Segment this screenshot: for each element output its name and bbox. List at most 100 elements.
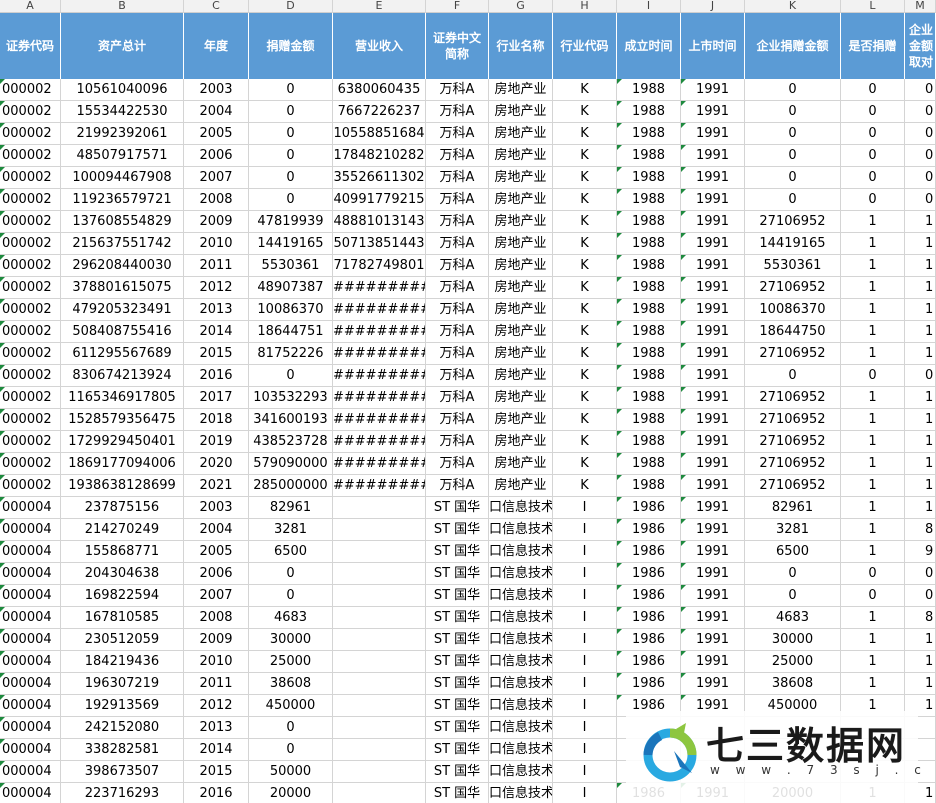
table-cell[interactable]: 1 [841, 299, 905, 321]
table-cell[interactable]: 341600193 [249, 409, 333, 431]
table-cell[interactable]: 21992392061 [61, 123, 184, 145]
column-letter-10[interactable]: K [745, 0, 841, 13]
table-cell[interactable]: 1991 [681, 365, 745, 387]
table-cell[interactable]: 1986 [617, 497, 681, 519]
table-cell[interactable]: 20000 [249, 783, 333, 803]
table-cell[interactable]: 房地产业 [489, 101, 553, 123]
table-cell[interactable]: K [553, 233, 617, 255]
table-cell[interactable]: 1988 [617, 409, 681, 431]
table-cell[interactable]: 1991 [681, 189, 745, 211]
table-cell[interactable]: 万科A [426, 145, 489, 167]
table-cell[interactable]: 房地产业 [489, 453, 553, 475]
table-cell[interactable]: 230512059 [61, 629, 184, 651]
table-cell[interactable]: 000004 [0, 695, 61, 717]
table-cell[interactable]: 0 [905, 145, 936, 167]
column-letter-1[interactable]: B [61, 0, 184, 13]
table-cell[interactable]: 1 [841, 519, 905, 541]
table-cell[interactable]: 214270249 [61, 519, 184, 541]
table-cell[interactable]: 1991 [681, 519, 745, 541]
column-letter-8[interactable]: I [617, 0, 681, 13]
table-cell[interactable]: 000002 [0, 101, 61, 123]
table-cell[interactable]: 000004 [0, 629, 61, 651]
table-cell[interactable]: 398673507 [61, 761, 184, 783]
table-cell[interactable]: 1 [841, 387, 905, 409]
table-cell[interactable]: 000002 [0, 299, 61, 321]
table-cell[interactable]: 1 [905, 299, 936, 321]
table-cell[interactable]: 0 [249, 585, 333, 607]
table-cell[interactable]: 房地产业 [489, 189, 553, 211]
table-cell[interactable]: K [553, 79, 617, 101]
table-cell[interactable]: 1869177094006 [61, 453, 184, 475]
table-cell[interactable]: 35526611302 [333, 167, 426, 189]
table-cell[interactable]: 196307219 [61, 673, 184, 695]
table-cell[interactable]: 口信息技术服 [489, 717, 553, 739]
table-cell[interactable]: 000002 [0, 343, 61, 365]
table-cell[interactable]: 830674213924 [61, 365, 184, 387]
table-cell[interactable]: 万科A [426, 365, 489, 387]
table-cell[interactable] [333, 585, 426, 607]
table-cell[interactable] [333, 695, 426, 717]
table-cell[interactable]: 4683 [745, 607, 841, 629]
table-cell[interactable]: 1986 [617, 563, 681, 585]
table-cell[interactable]: K [553, 343, 617, 365]
table-cell[interactable]: I [553, 541, 617, 563]
table-cell[interactable]: 万科A [426, 387, 489, 409]
table-cell[interactable]: 0 [841, 167, 905, 189]
table-cell[interactable]: 47819939 [249, 211, 333, 233]
table-cell[interactable]: 1986 [617, 607, 681, 629]
table-cell[interactable]: 2019 [184, 431, 249, 453]
table-cell[interactable]: 215637551742 [61, 233, 184, 255]
table-cell[interactable]: 27106952 [745, 409, 841, 431]
table-cell[interactable]: 48881013143 [333, 211, 426, 233]
table-cell[interactable]: ST 国华 [426, 519, 489, 541]
column-letter-3[interactable]: D [249, 0, 333, 13]
table-cell[interactable]: 0 [249, 167, 333, 189]
table-cell[interactable] [333, 519, 426, 541]
table-cell[interactable]: 10086370 [745, 299, 841, 321]
table-cell[interactable]: 155868771 [61, 541, 184, 563]
table-cell[interactable]: 000002 [0, 277, 61, 299]
table-cell[interactable]: 1988 [617, 189, 681, 211]
table-cell[interactable]: 万科A [426, 79, 489, 101]
table-cell[interactable]: 1 [905, 211, 936, 233]
table-cell[interactable]: 万科A [426, 453, 489, 475]
table-cell[interactable]: I [553, 519, 617, 541]
header-cell-4[interactable]: 营业收入 [333, 13, 426, 79]
table-cell[interactable]: 6380060435 [333, 79, 426, 101]
table-cell[interactable]: 2015 [184, 761, 249, 783]
table-cell[interactable]: 0 [905, 79, 936, 101]
column-letter-5[interactable]: F [426, 0, 489, 13]
table-cell[interactable]: 1986 [617, 519, 681, 541]
table-cell[interactable]: 167810585 [61, 607, 184, 629]
table-cell[interactable]: 2005 [184, 541, 249, 563]
table-cell[interactable]: 6500 [249, 541, 333, 563]
table-cell[interactable]: K [553, 409, 617, 431]
table-cell[interactable]: 万科A [426, 277, 489, 299]
table-cell[interactable]: 0 [841, 145, 905, 167]
table-cell[interactable]: 5530361 [745, 255, 841, 277]
column-letter-7[interactable]: H [553, 0, 617, 13]
table-cell[interactable]: K [553, 475, 617, 497]
column-letter-2[interactable]: C [184, 0, 249, 13]
table-cell[interactable]: I [553, 739, 617, 761]
table-cell[interactable]: 1991 [681, 255, 745, 277]
table-cell[interactable]: 1 [905, 409, 936, 431]
table-cell[interactable]: 口信息技术服 [489, 739, 553, 761]
table-cell[interactable]: 000002 [0, 453, 61, 475]
table-cell[interactable]: 0 [905, 585, 936, 607]
table-cell[interactable]: 2011 [184, 673, 249, 695]
table-cell[interactable]: 2009 [184, 211, 249, 233]
table-cell[interactable]: 1988 [617, 387, 681, 409]
table-cell[interactable]: K [553, 453, 617, 475]
table-cell[interactable]: 1 [841, 607, 905, 629]
table-cell[interactable]: 万科A [426, 167, 489, 189]
table-cell[interactable]: 1991 [681, 585, 745, 607]
table-cell[interactable]: 1988 [617, 167, 681, 189]
table-cell[interactable]: 2003 [184, 497, 249, 519]
header-cell-2[interactable]: 年度 [184, 13, 249, 79]
table-cell[interactable]: 1 [905, 233, 936, 255]
table-cell[interactable]: 0 [249, 739, 333, 761]
table-cell[interactable]: 1991 [681, 233, 745, 255]
table-cell[interactable]: 000002 [0, 211, 61, 233]
table-cell[interactable]: 296208440030 [61, 255, 184, 277]
